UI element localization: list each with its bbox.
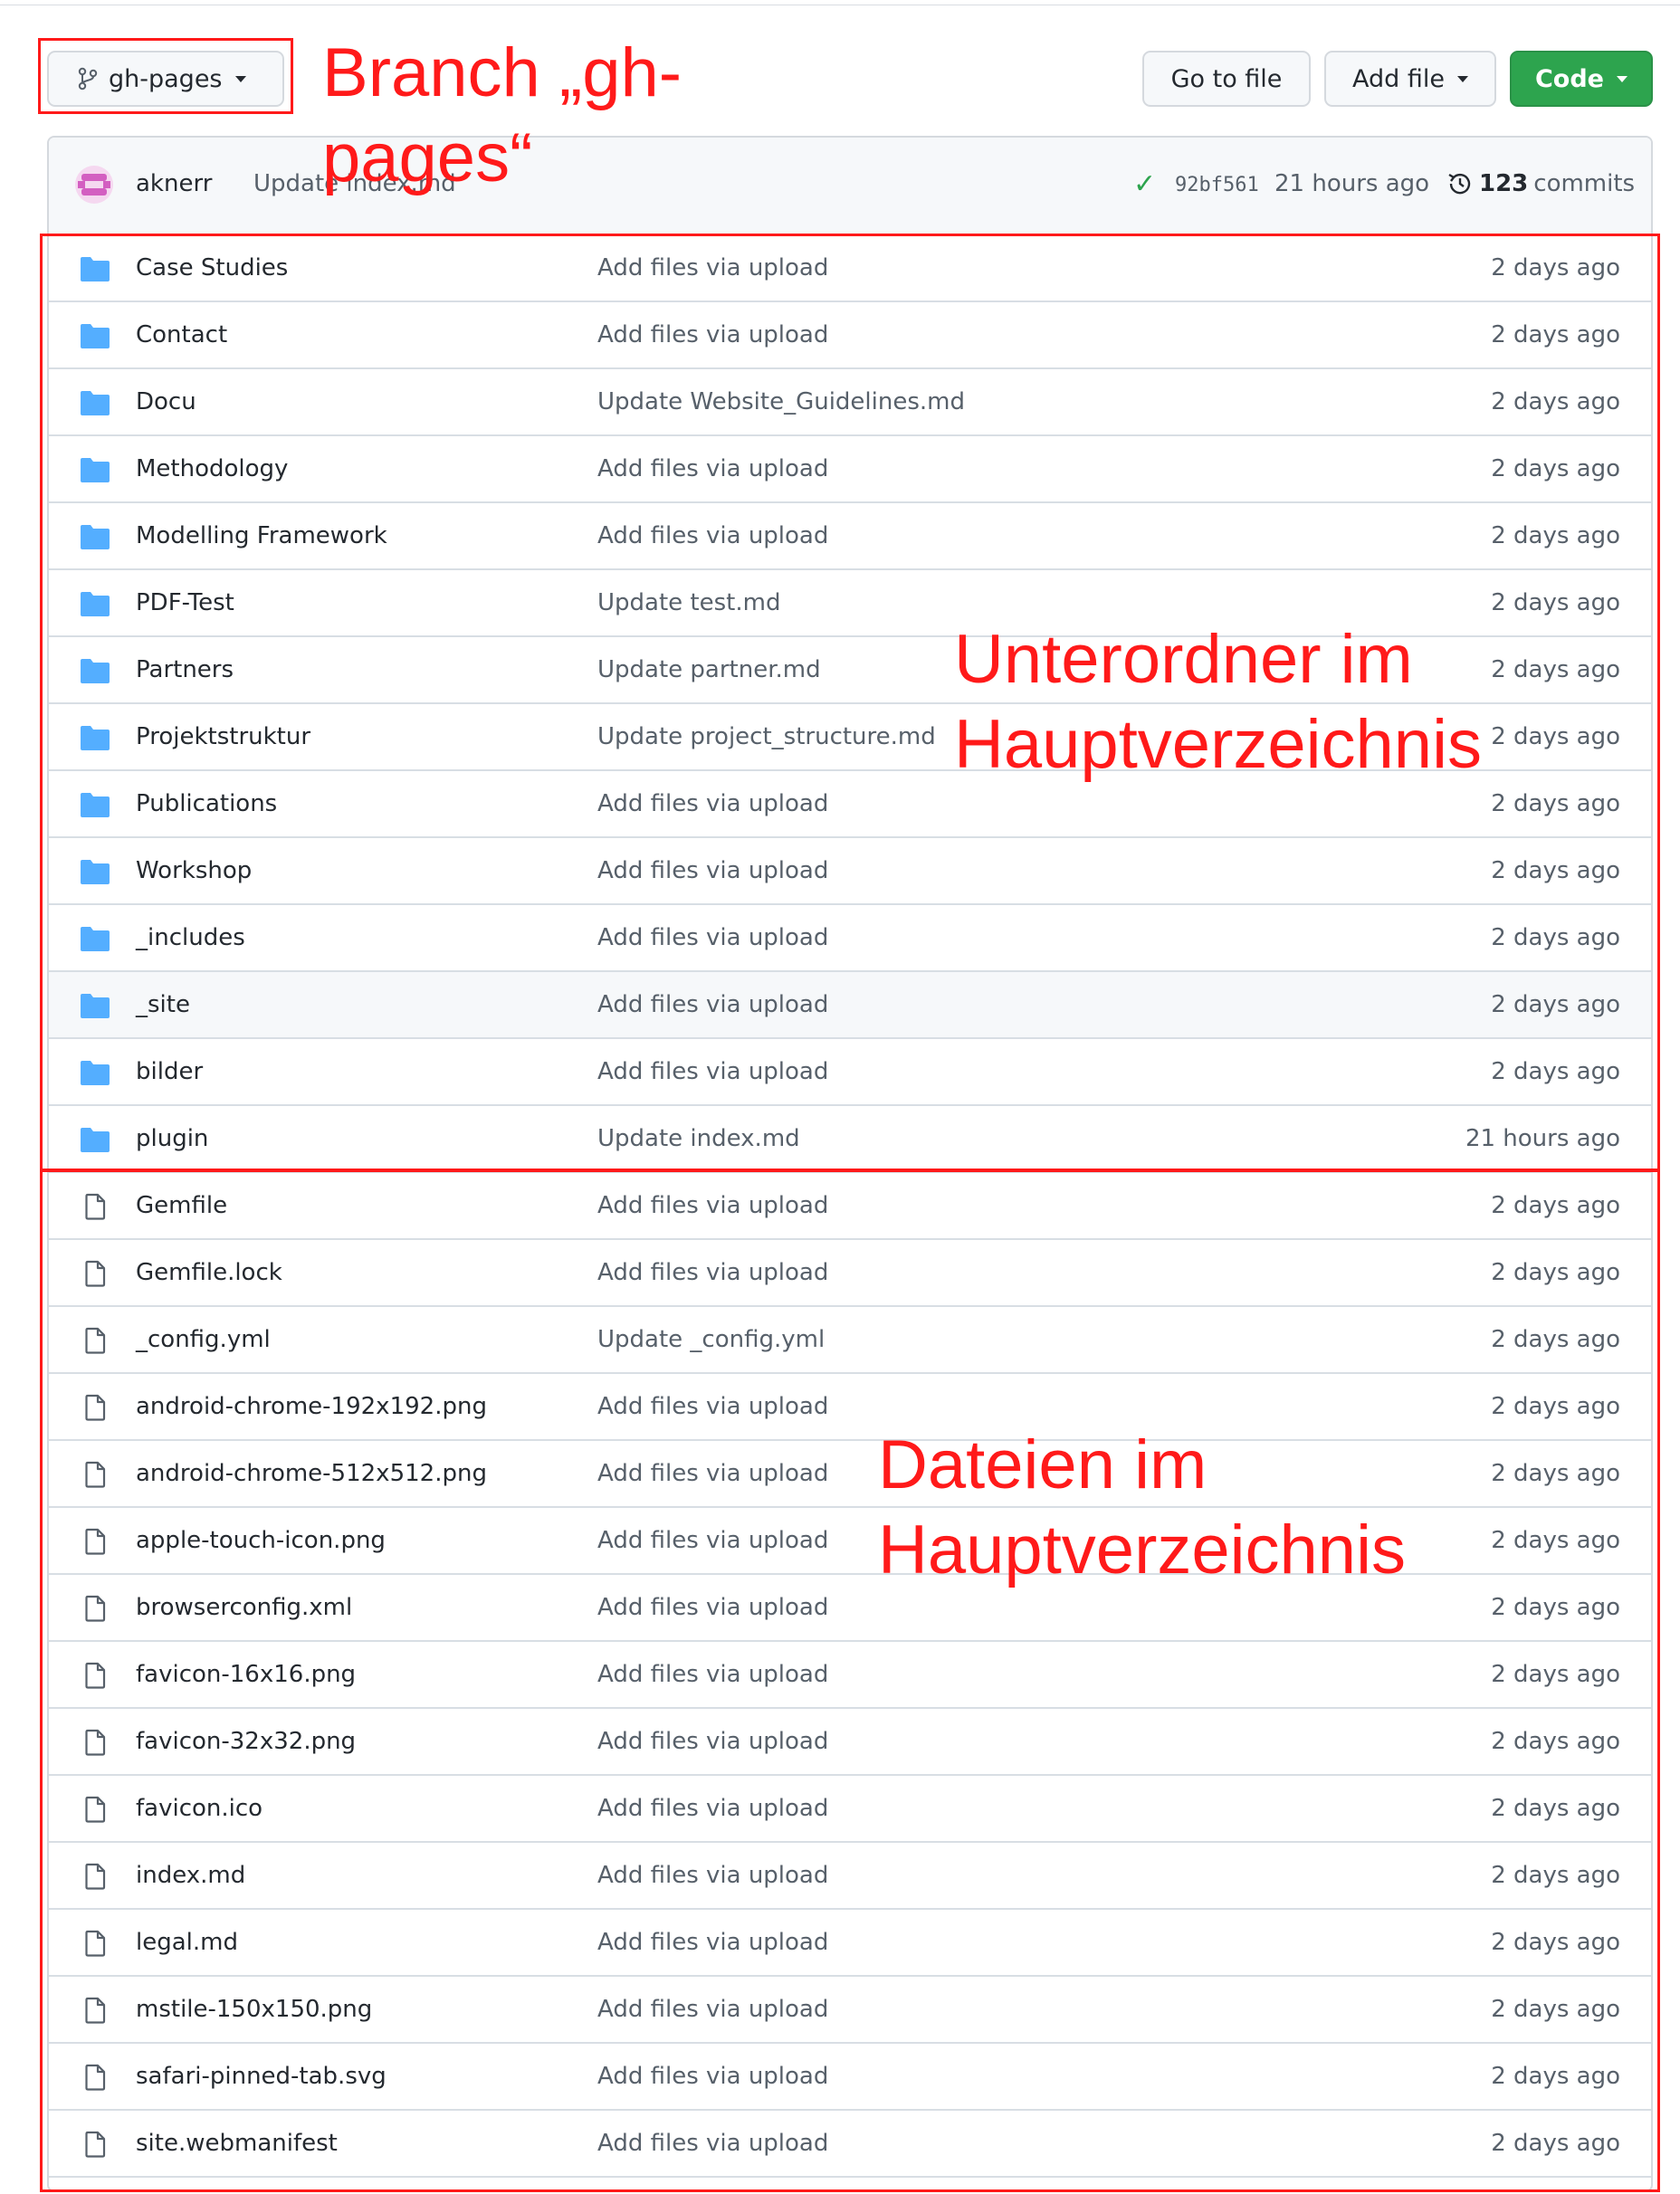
annotation-files-text: Dateien im Hauptverzeichnis xyxy=(878,1423,1406,1593)
add-file-button[interactable]: Add file xyxy=(1324,51,1496,107)
annotation-files-box xyxy=(40,1169,1660,2192)
chevron-down-icon xyxy=(1617,75,1628,82)
top-divider xyxy=(0,0,1680,5)
annotation-files-line1: Dateien im xyxy=(878,1426,1208,1503)
latest-commit-bar: aknerr Update index.md ✓ 92bf561 21 hour… xyxy=(49,138,1651,235)
avatar[interactable] xyxy=(74,165,114,205)
code-button[interactable]: Code xyxy=(1510,51,1653,107)
commit-author[interactable]: aknerr xyxy=(136,170,212,197)
annotation-folders-text: Unterordner im Hauptverzeichnis xyxy=(954,617,1482,787)
annotation-branch-box xyxy=(38,38,293,114)
commit-time: 21 hours ago xyxy=(1274,170,1430,197)
history-icon xyxy=(1448,173,1471,195)
go-to-file-button[interactable]: Go to file xyxy=(1142,51,1311,107)
annotation-folders-line2: Hauptverzeichnis xyxy=(954,706,1482,783)
commit-sha[interactable]: 92bf561 xyxy=(1175,174,1259,196)
commits-count: 123 xyxy=(1479,170,1529,197)
annotation-folders-line1: Unterordner im xyxy=(954,621,1413,698)
annotation-branch-text: Branch „gh- pages“ xyxy=(322,31,682,201)
add-file-label: Add file xyxy=(1352,64,1445,93)
check-icon[interactable]: ✓ xyxy=(1133,168,1156,200)
annotation-files-line2: Hauptverzeichnis xyxy=(878,1512,1406,1588)
commits-label: commits xyxy=(1533,170,1636,197)
code-label: Code xyxy=(1534,64,1604,93)
chevron-down-icon xyxy=(1456,75,1468,82)
annotation-branch-line2: pages“ xyxy=(322,119,533,196)
commits-link[interactable]: 123 commits xyxy=(1446,170,1635,197)
annotation-branch-line1: Branch „gh- xyxy=(322,34,682,111)
